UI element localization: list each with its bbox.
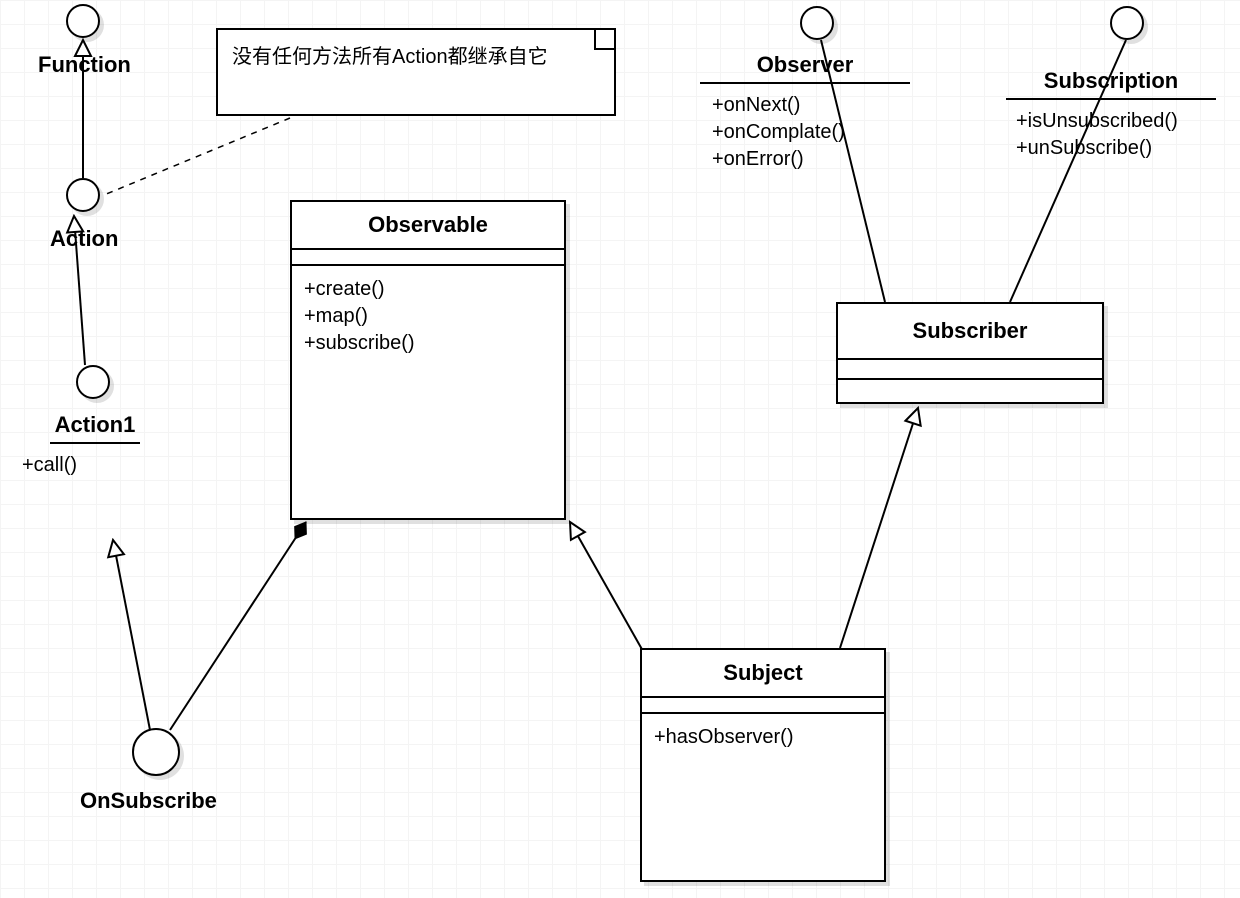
- observable-class: Observable +create() +map() +subscribe(): [290, 200, 566, 520]
- subscription-methods: +isUnsubscribed() +unSubscribe(): [1016, 108, 1178, 162]
- subscription-method-unsubscribe: +unSubscribe(): [1016, 135, 1178, 162]
- uml-canvas: Function Action Action1 +call() OnSubscr…: [0, 0, 1240, 898]
- subject-methods: +hasObserver(): [642, 714, 884, 761]
- observer-methods: +onNext() +onComplate() +onError(): [712, 92, 845, 173]
- subscription-interface-circle: [1110, 6, 1144, 40]
- note-text: 没有任何方法所有Action都继承自它: [218, 30, 614, 79]
- observer-method-onnext: +onNext(): [712, 92, 845, 119]
- subject-class: Subject +hasObserver(): [640, 648, 886, 882]
- subscriber-class: Subscriber: [836, 302, 1104, 404]
- observable-class-title: Observable: [292, 202, 564, 250]
- observable-method-subscribe: +subscribe(): [304, 330, 552, 357]
- subscription-interface-label: Subscription: [1006, 68, 1216, 100]
- action1-interface-circle: [76, 365, 110, 399]
- subject-class-title: Subject: [642, 650, 884, 698]
- onsubscribe-interface-circle: [132, 728, 180, 776]
- observable-method-map: +map(): [304, 303, 552, 330]
- action-interface-label: Action: [50, 226, 118, 252]
- observer-method-oncomplate: +onComplate(): [712, 119, 845, 146]
- subscription-method-isunsubscribed: +isUnsubscribed(): [1016, 108, 1178, 135]
- note: 没有任何方法所有Action都继承自它: [216, 28, 616, 116]
- subject-method-hasobserver: +hasObserver(): [654, 724, 872, 751]
- function-interface-circle: [66, 4, 100, 38]
- observable-method-create: +create(): [304, 276, 552, 303]
- action1-interface-label: Action1: [50, 412, 140, 444]
- action-interface-circle: [66, 178, 100, 212]
- observer-method-onerror: +onError(): [712, 146, 845, 173]
- action1-methods: +call(): [22, 452, 77, 479]
- subscriber-class-title: Subscriber: [838, 304, 1102, 360]
- note-fold-icon: [594, 30, 614, 50]
- observer-interface-label: Observer: [700, 52, 910, 84]
- observer-interface-circle: [800, 6, 834, 40]
- onsubscribe-interface-label: OnSubscribe: [80, 788, 217, 814]
- observable-methods: +create() +map() +subscribe(): [292, 266, 564, 367]
- function-interface-label: Function: [38, 52, 131, 78]
- action1-method-call: +call(): [22, 452, 77, 479]
